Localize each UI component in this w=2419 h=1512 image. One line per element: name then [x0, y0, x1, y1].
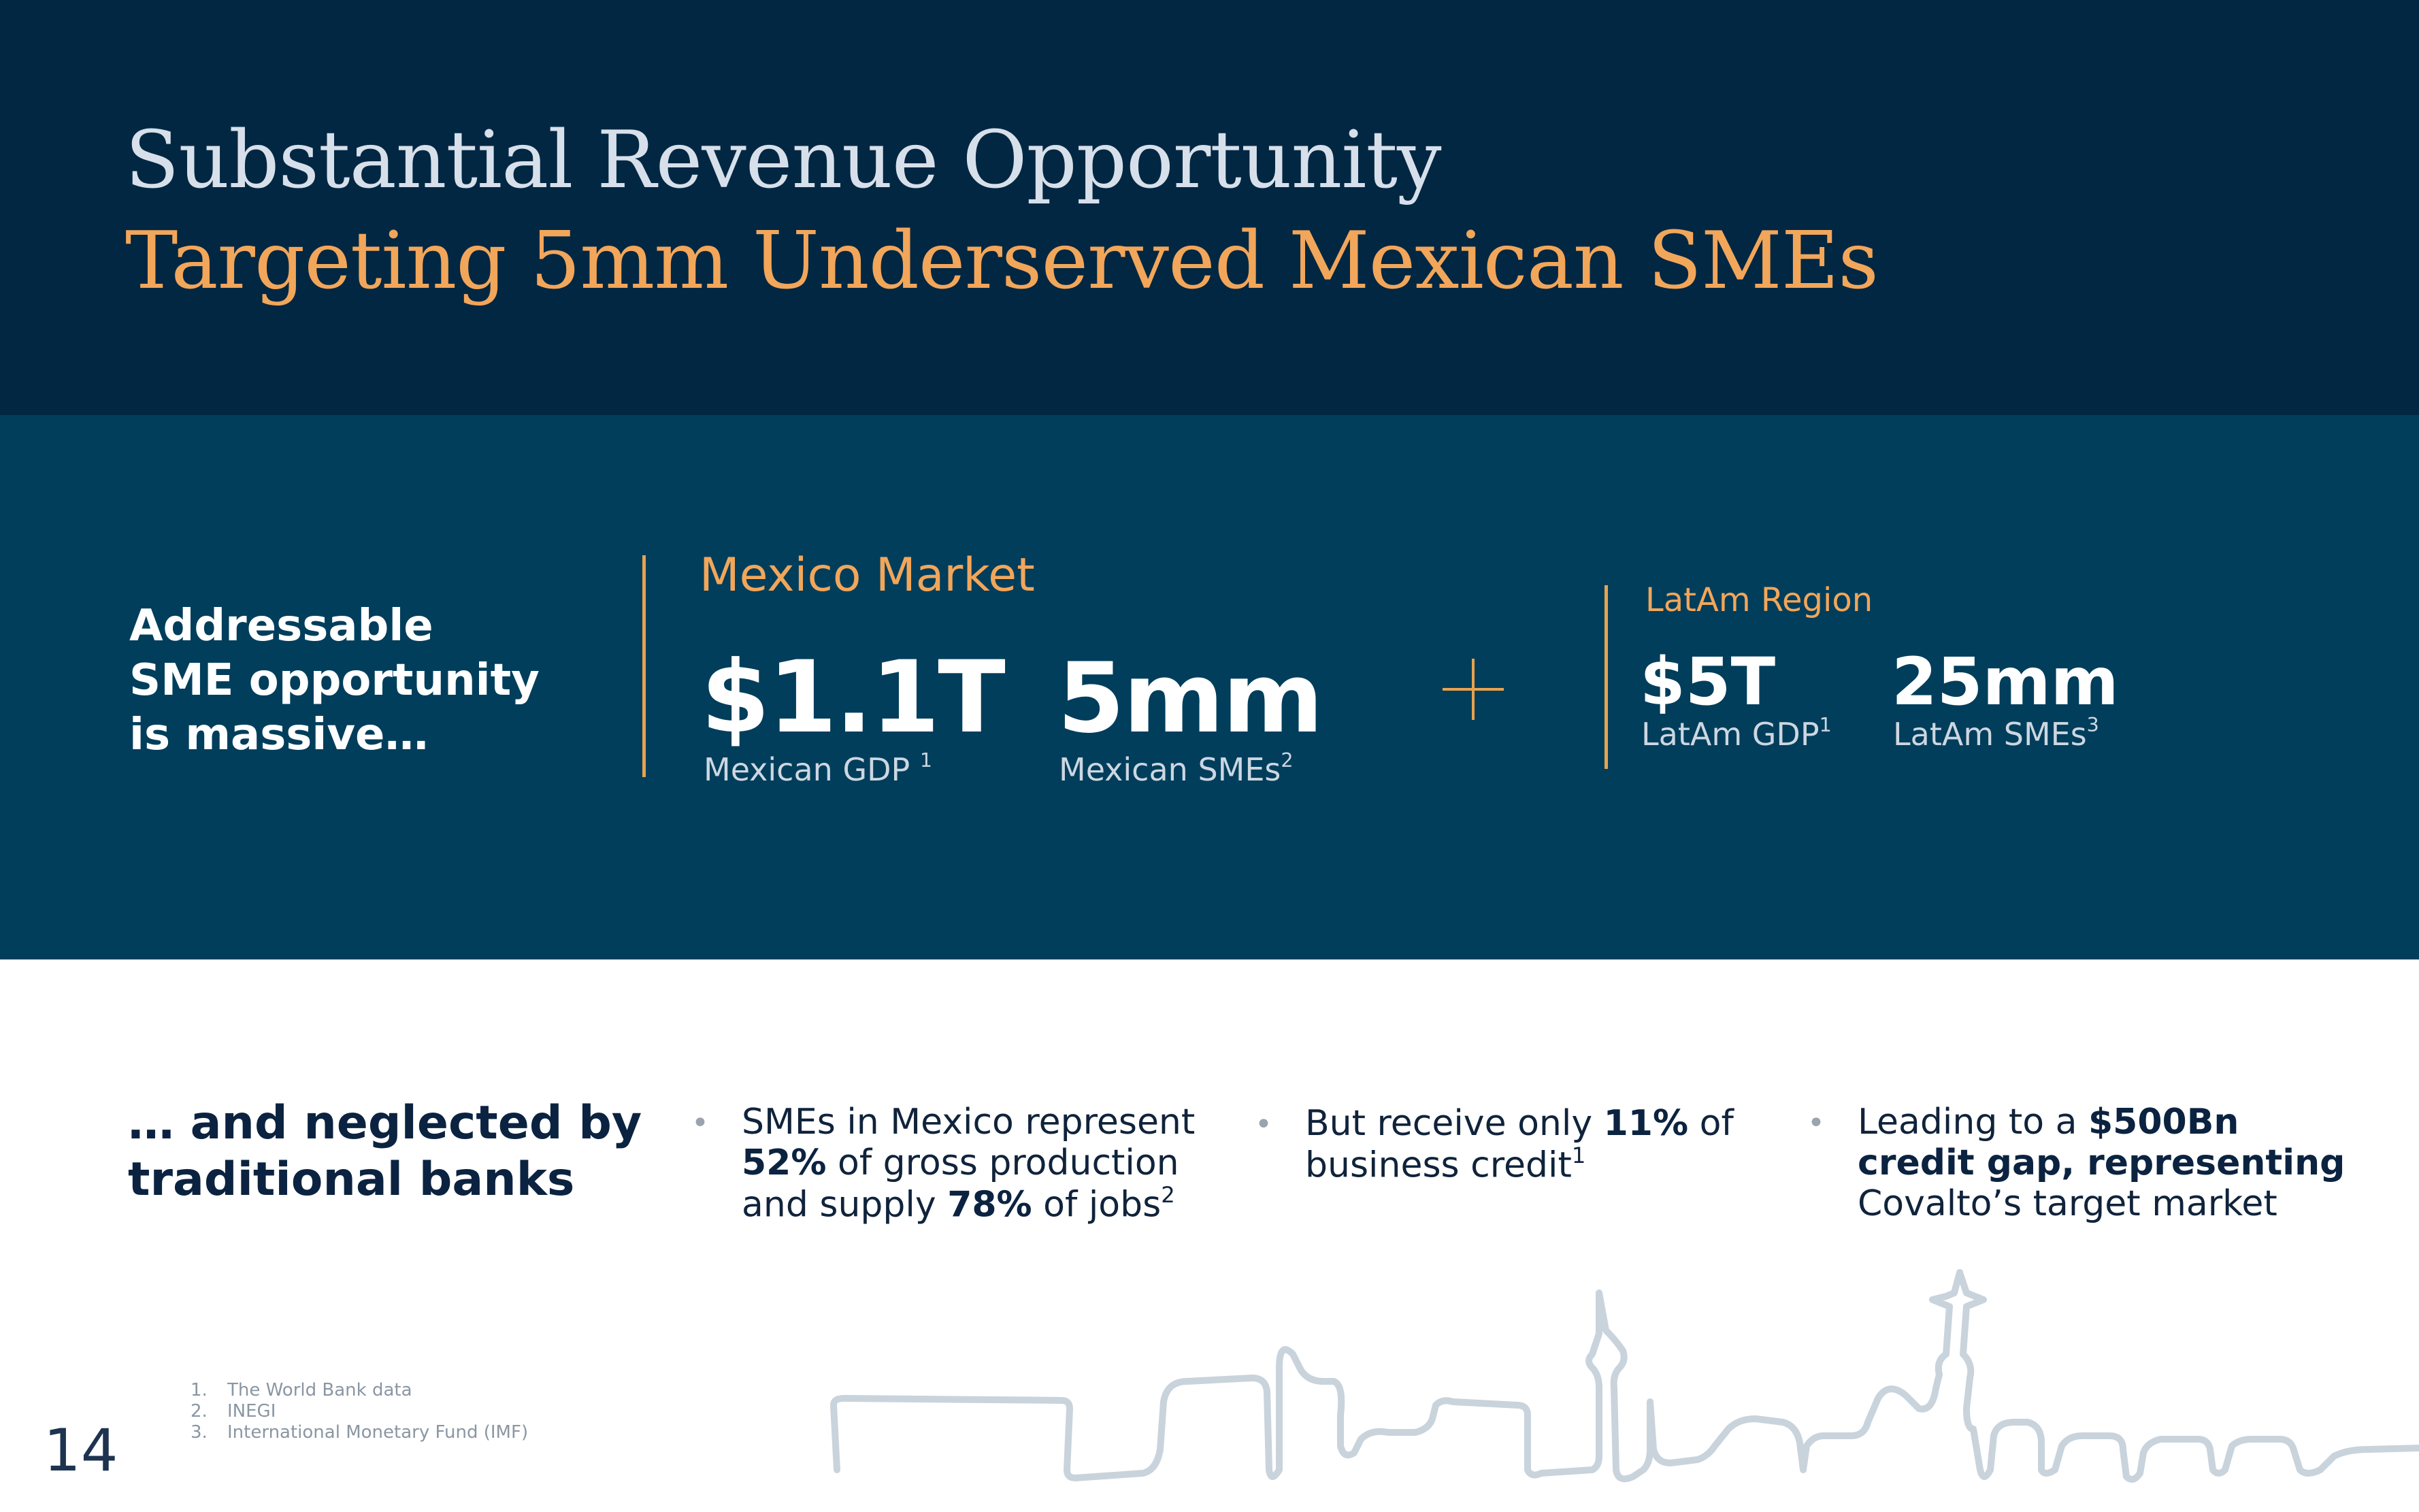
bullet-line: But receive only 11% of	[1305, 1103, 1734, 1144]
bullet-line: credit gap, representing	[1858, 1142, 2346, 1183]
footnote-ref: 1	[919, 749, 933, 772]
footnote-ref: 1	[1819, 713, 1832, 736]
footnote: 1. The World Bank data	[191, 1380, 412, 1400]
footnote-ref: 2	[1281, 749, 1294, 772]
bullet-line: and supply 78% of jobs2	[742, 1181, 1175, 1225]
bullet-line: business credit1	[1305, 1142, 1586, 1186]
bullet-credit: • But receive only 11% of business credi…	[1255, 1103, 1734, 1186]
mexican-gdp-value: $1.1T	[701, 640, 1006, 755]
mexico-market-label: Mexico Market	[700, 548, 1035, 602]
neglected-heading: … and neglected by traditional banks	[128, 1096, 642, 1209]
mexican-smes-caption: Mexican SMEs2	[1059, 749, 1294, 788]
footnote-ref: 2	[1161, 1181, 1175, 1208]
footnote: 3. International Monetary Fund (IMF)	[191, 1422, 529, 1443]
mexican-smes-value: 5mm	[1057, 642, 1323, 755]
city-skyline-icon	[830, 1269, 2419, 1483]
opportunity-heading-line: is massive…	[129, 710, 429, 760]
latam-gdp-caption: LatAm GDP1	[1641, 713, 1832, 753]
bullet-line: SMEs in Mexico represent	[742, 1102, 1196, 1143]
bullet-dot-icon: •	[1255, 1107, 1272, 1142]
opportunity-heading-line: SME opportunity	[129, 655, 540, 706]
latam-region-label: LatAm Region	[1645, 581, 1873, 619]
mexico-divider	[642, 555, 646, 777]
latam-smes-caption: LatAm SMEs3	[1893, 713, 2099, 753]
neglected-heading-line: … and neglected by	[128, 1096, 642, 1150]
footnote-ref: 1	[1571, 1142, 1586, 1168]
page-subtitle: Targeting 5mm Underserved Mexican SMEs	[125, 215, 1879, 307]
footnote-ref: 3	[2086, 713, 2099, 736]
bullet-credit-gap: • Leading to a $500Bn credit gap, repres…	[1807, 1102, 2346, 1224]
bullet-line: Covalto’s target market	[1858, 1183, 2277, 1224]
mexican-gdp-caption: Mexican GDP 1	[704, 749, 933, 788]
footnote: 2. INEGI	[191, 1401, 276, 1422]
page-number: 14	[44, 1417, 118, 1485]
opportunity-heading-line: Addressable	[129, 601, 433, 651]
bullet-line: Leading to a $500Bn	[1858, 1102, 2239, 1143]
plus-icon	[1443, 659, 1504, 720]
opportunity-heading: Addressable SME opportunity is massive…	[129, 599, 540, 762]
footnotes: 1. The World Bank data 2. INEGI 3. Internat…	[191, 1380, 528, 1444]
bullet-line: 52% of gross production	[742, 1142, 1179, 1183]
neglected-heading-line: traditional banks	[128, 1152, 575, 1206]
bullet-dot-icon: •	[691, 1106, 709, 1140]
header-band	[0, 0, 2419, 415]
latam-divider	[1605, 585, 1608, 769]
bullet-production: • SMEs in Mexico represent 52% of gross …	[691, 1102, 1196, 1226]
latam-smes-value: 25mm	[1892, 644, 2119, 720]
page-title: Substantial Revenue Opportunity	[125, 114, 1442, 206]
latam-gdp-value: $5T	[1640, 644, 1776, 720]
bullet-dot-icon: •	[1807, 1106, 1825, 1140]
